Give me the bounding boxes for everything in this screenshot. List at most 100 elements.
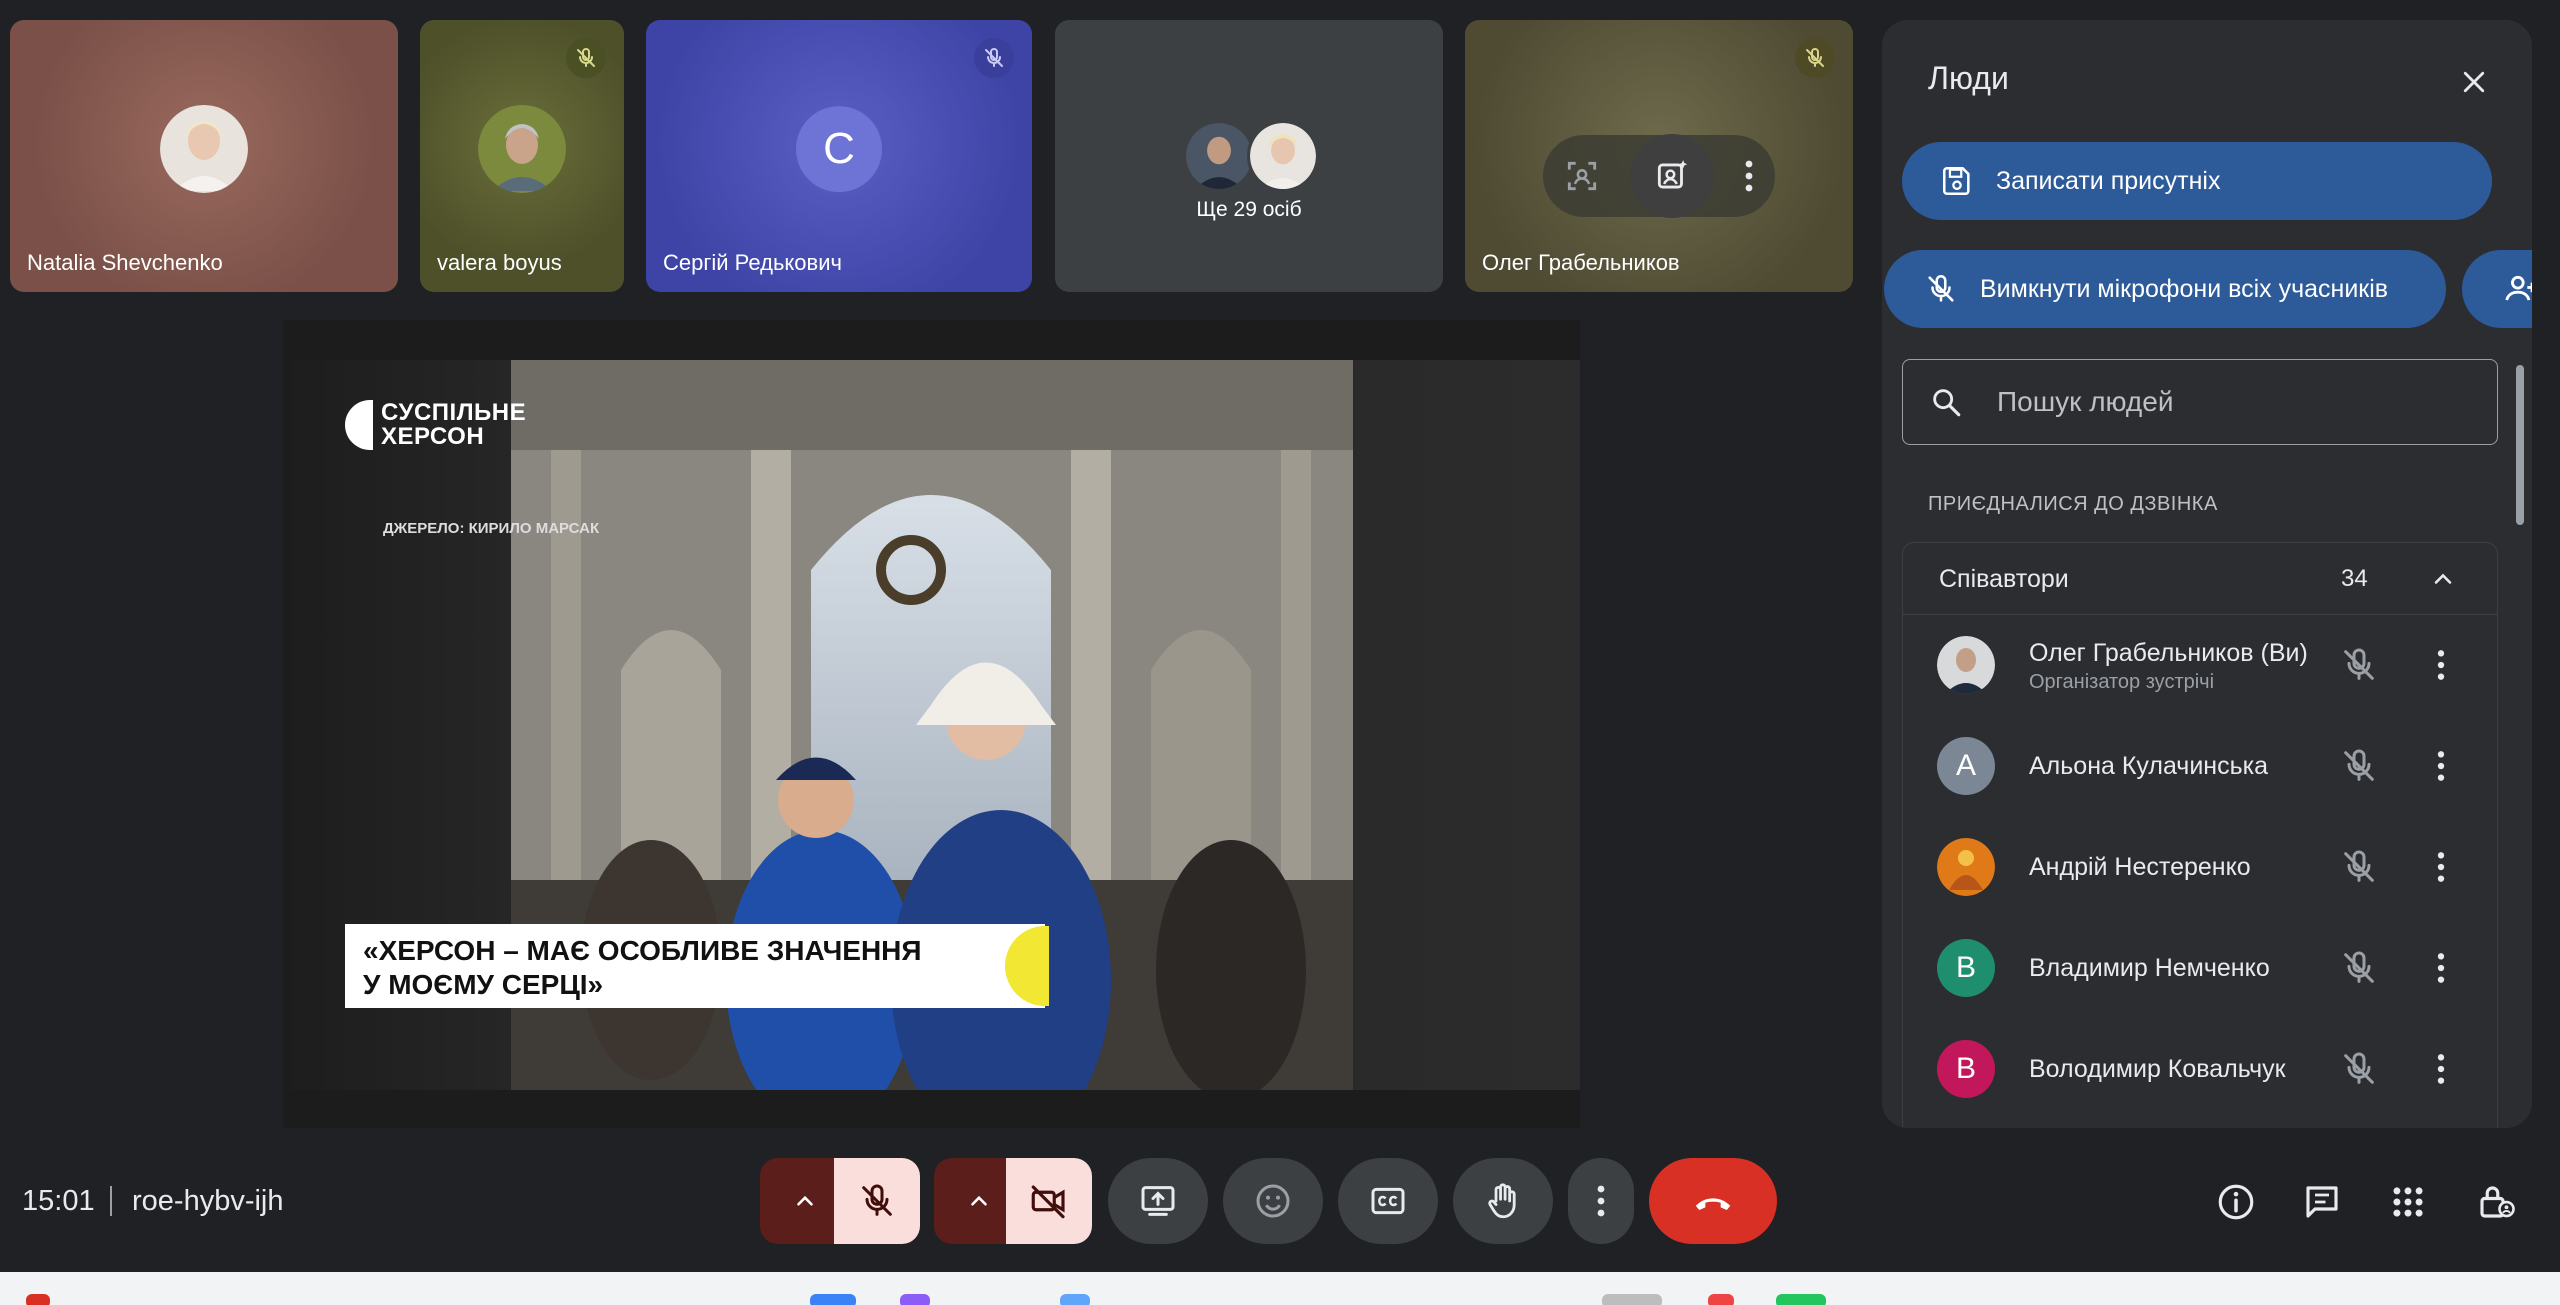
chevron-up-icon (2434, 573, 2452, 584)
record-attendance-button[interactable]: Записати присутніх (1902, 142, 2492, 220)
chat-icon (2306, 1186, 2338, 1218)
photo-source-caption: ДЖЕРЕЛО: КИРИЛО МАРСАК (383, 520, 600, 537)
taskbar-app-icon[interactable] (26, 1294, 50, 1305)
mic-off-icon (1795, 38, 1835, 78)
person-name: Владимир Немченко (2029, 954, 2270, 982)
person-name: Володимир Ковальчук (2029, 1055, 2286, 1083)
avatar: В (1937, 1040, 1995, 1098)
channel-logo-mark (345, 400, 373, 450)
natalia-avatar (160, 104, 248, 193)
person-name: Андрій Нестеренко (2029, 853, 2251, 881)
person-add-icon (2505, 275, 2532, 301)
list-item-person[interactable]: В Володимир Ковальчук (1903, 1019, 2497, 1119)
frame-icon[interactable] (1563, 157, 1601, 195)
quote-banner: «ХЕРСОН – МАЄ ОСОБЛИВЕ ЗНАЧЕННЯ У МОЄМУ … (345, 924, 1049, 1008)
apps-grid-icon (2393, 1187, 2423, 1217)
people-panel: Люди Записати присутніх Вимкнути мікрофо… (1882, 20, 2532, 1128)
participant-name: Natalia Shevchenko (27, 250, 223, 275)
avatar: В (1937, 939, 1995, 997)
close-panel-button[interactable] (2452, 60, 2496, 104)
in-call-section-label: ПРИЄДНАЛИСЯ ДО ДЗВІНКА (1928, 493, 2218, 515)
more-participants-label: Ще 29 осіб (1196, 198, 1302, 221)
raise-hand-button[interactable] (1453, 1158, 1553, 1244)
list-item-person[interactable]: А Альона Кулачинська (1903, 716, 2497, 816)
os-taskbar (0, 1272, 2560, 1305)
hand-icon (1488, 1183, 1516, 1219)
more-options-button[interactable] (1568, 1158, 1634, 1244)
more-vert-icon[interactable] (2421, 645, 2461, 685)
group-avatar-2 (1247, 120, 1319, 192)
tile-hover-controls (1543, 134, 1775, 218)
close-icon (2463, 71, 2485, 93)
chat-button[interactable] (2300, 1180, 2344, 1224)
camera-toggle-button[interactable] (1006, 1158, 1092, 1244)
mic-off-icon[interactable] (2339, 948, 2379, 988)
list-item-person[interactable]: Андрій Нестеренко (1903, 817, 2497, 917)
participant-name: valera boyus (437, 250, 562, 275)
list-item-person[interactable]: Олег Грабельников (Ви) Організатор зустр… (1903, 615, 2497, 715)
contributors-group-header[interactable]: Співавтори 34 (1903, 543, 2497, 615)
more-vert-icon[interactable] (2421, 948, 2461, 988)
taskbar-app-icon[interactable] (1602, 1294, 1662, 1305)
person-role: Організатор зустрічі (2029, 671, 2215, 693)
participant-tile-valera[interactable]: valera boyus (420, 20, 624, 292)
mic-off-icon[interactable] (2339, 746, 2379, 786)
channel-logo: СУСПІЛЬНЕ ХЕРСОН (345, 400, 526, 450)
present-screen-icon (1141, 1186, 1175, 1216)
participant-tile-oleg[interactable]: Олег Грабельников (1465, 20, 1853, 292)
more-participants-tile[interactable]: Ще 29 осіб (1055, 20, 1443, 292)
captions-button[interactable] (1338, 1158, 1438, 1244)
add-people-button[interactable] (2462, 250, 2532, 328)
search-people-input[interactable]: Пошук людей (1902, 359, 2498, 445)
taskbar-app-icon[interactable] (1708, 1294, 1734, 1305)
taskbar-app-icon[interactable] (1776, 1294, 1826, 1305)
search-icon (1933, 389, 1961, 417)
more-vert-icon[interactable] (2421, 847, 2461, 887)
hang-up-icon (1695, 1198, 1731, 1211)
chevron-up-icon (797, 1195, 813, 1206)
host-controls-button[interactable] (2474, 1180, 2518, 1224)
mic-off-icon (974, 38, 1014, 78)
mic-off-icon[interactable] (2339, 1049, 2379, 1089)
contributors-count: 34 (2341, 565, 2368, 592)
mic-off-icon[interactable] (2339, 645, 2379, 685)
save-icon (1942, 166, 1970, 196)
lock-person-icon (2480, 1186, 2515, 1218)
contributors-group: Співавтори 34 Олег Грабельников (Ви) Орг… (1902, 542, 2498, 1128)
more-vert-icon[interactable] (2421, 1049, 2461, 1089)
more-vert-icon[interactable] (2421, 746, 2461, 786)
taskbar-app-icon[interactable] (1060, 1294, 1090, 1305)
present-screen-button[interactable] (1108, 1158, 1208, 1244)
chevron-up-icon (971, 1195, 987, 1206)
person-name: Альона Кулачинська (2029, 752, 2269, 780)
person-name: Олег Грабельников (Ви) (2029, 639, 2308, 667)
microphone-toggle-button[interactable] (834, 1158, 920, 1244)
closed-captions-icon (1371, 1187, 1405, 1215)
avatar (1937, 838, 1995, 896)
taskbar-app-icon[interactable] (810, 1294, 856, 1305)
more-vert-icon (1597, 1185, 1605, 1217)
mic-off-icon[interactable] (2339, 847, 2379, 887)
info-icon (2218, 1184, 2254, 1220)
mic-off-icon (862, 1184, 892, 1216)
reactions-button[interactable] (1223, 1158, 1323, 1244)
group-avatar-1 (1183, 120, 1255, 192)
taskbar-app-icon[interactable] (900, 1294, 930, 1305)
meeting-details-button[interactable] (2214, 1180, 2258, 1224)
mic-off-icon (1928, 274, 1954, 302)
participant-tile-sergii[interactable]: С Сергій Редькович (646, 20, 1032, 292)
list-item-person[interactable]: В Владимир Немченко (1903, 918, 2497, 1018)
panel-scrollbar[interactable] (2516, 365, 2524, 525)
leave-call-button[interactable] (1649, 1158, 1777, 1244)
mic-off-icon (566, 38, 606, 78)
participant-tile-natalia[interactable]: Natalia Shevchenko (10, 20, 398, 292)
more-vert-icon[interactable] (1743, 158, 1755, 194)
avatar: А (1937, 737, 1995, 795)
participant-name: Сергій Редькович (663, 250, 842, 275)
presentation-frame: СУСПІЛЬНЕ ХЕРСОН ДЖЕРЕЛО: КИРИЛО МАРСАК … (283, 360, 1580, 1090)
mute-all-button[interactable]: Вимкнути мікрофони всіх учасників (1884, 250, 2446, 328)
activities-button[interactable] (2386, 1180, 2430, 1224)
avatar (1937, 636, 1995, 694)
camera-off-icon (1031, 1185, 1065, 1219)
pin-icon[interactable] (1630, 134, 1714, 218)
